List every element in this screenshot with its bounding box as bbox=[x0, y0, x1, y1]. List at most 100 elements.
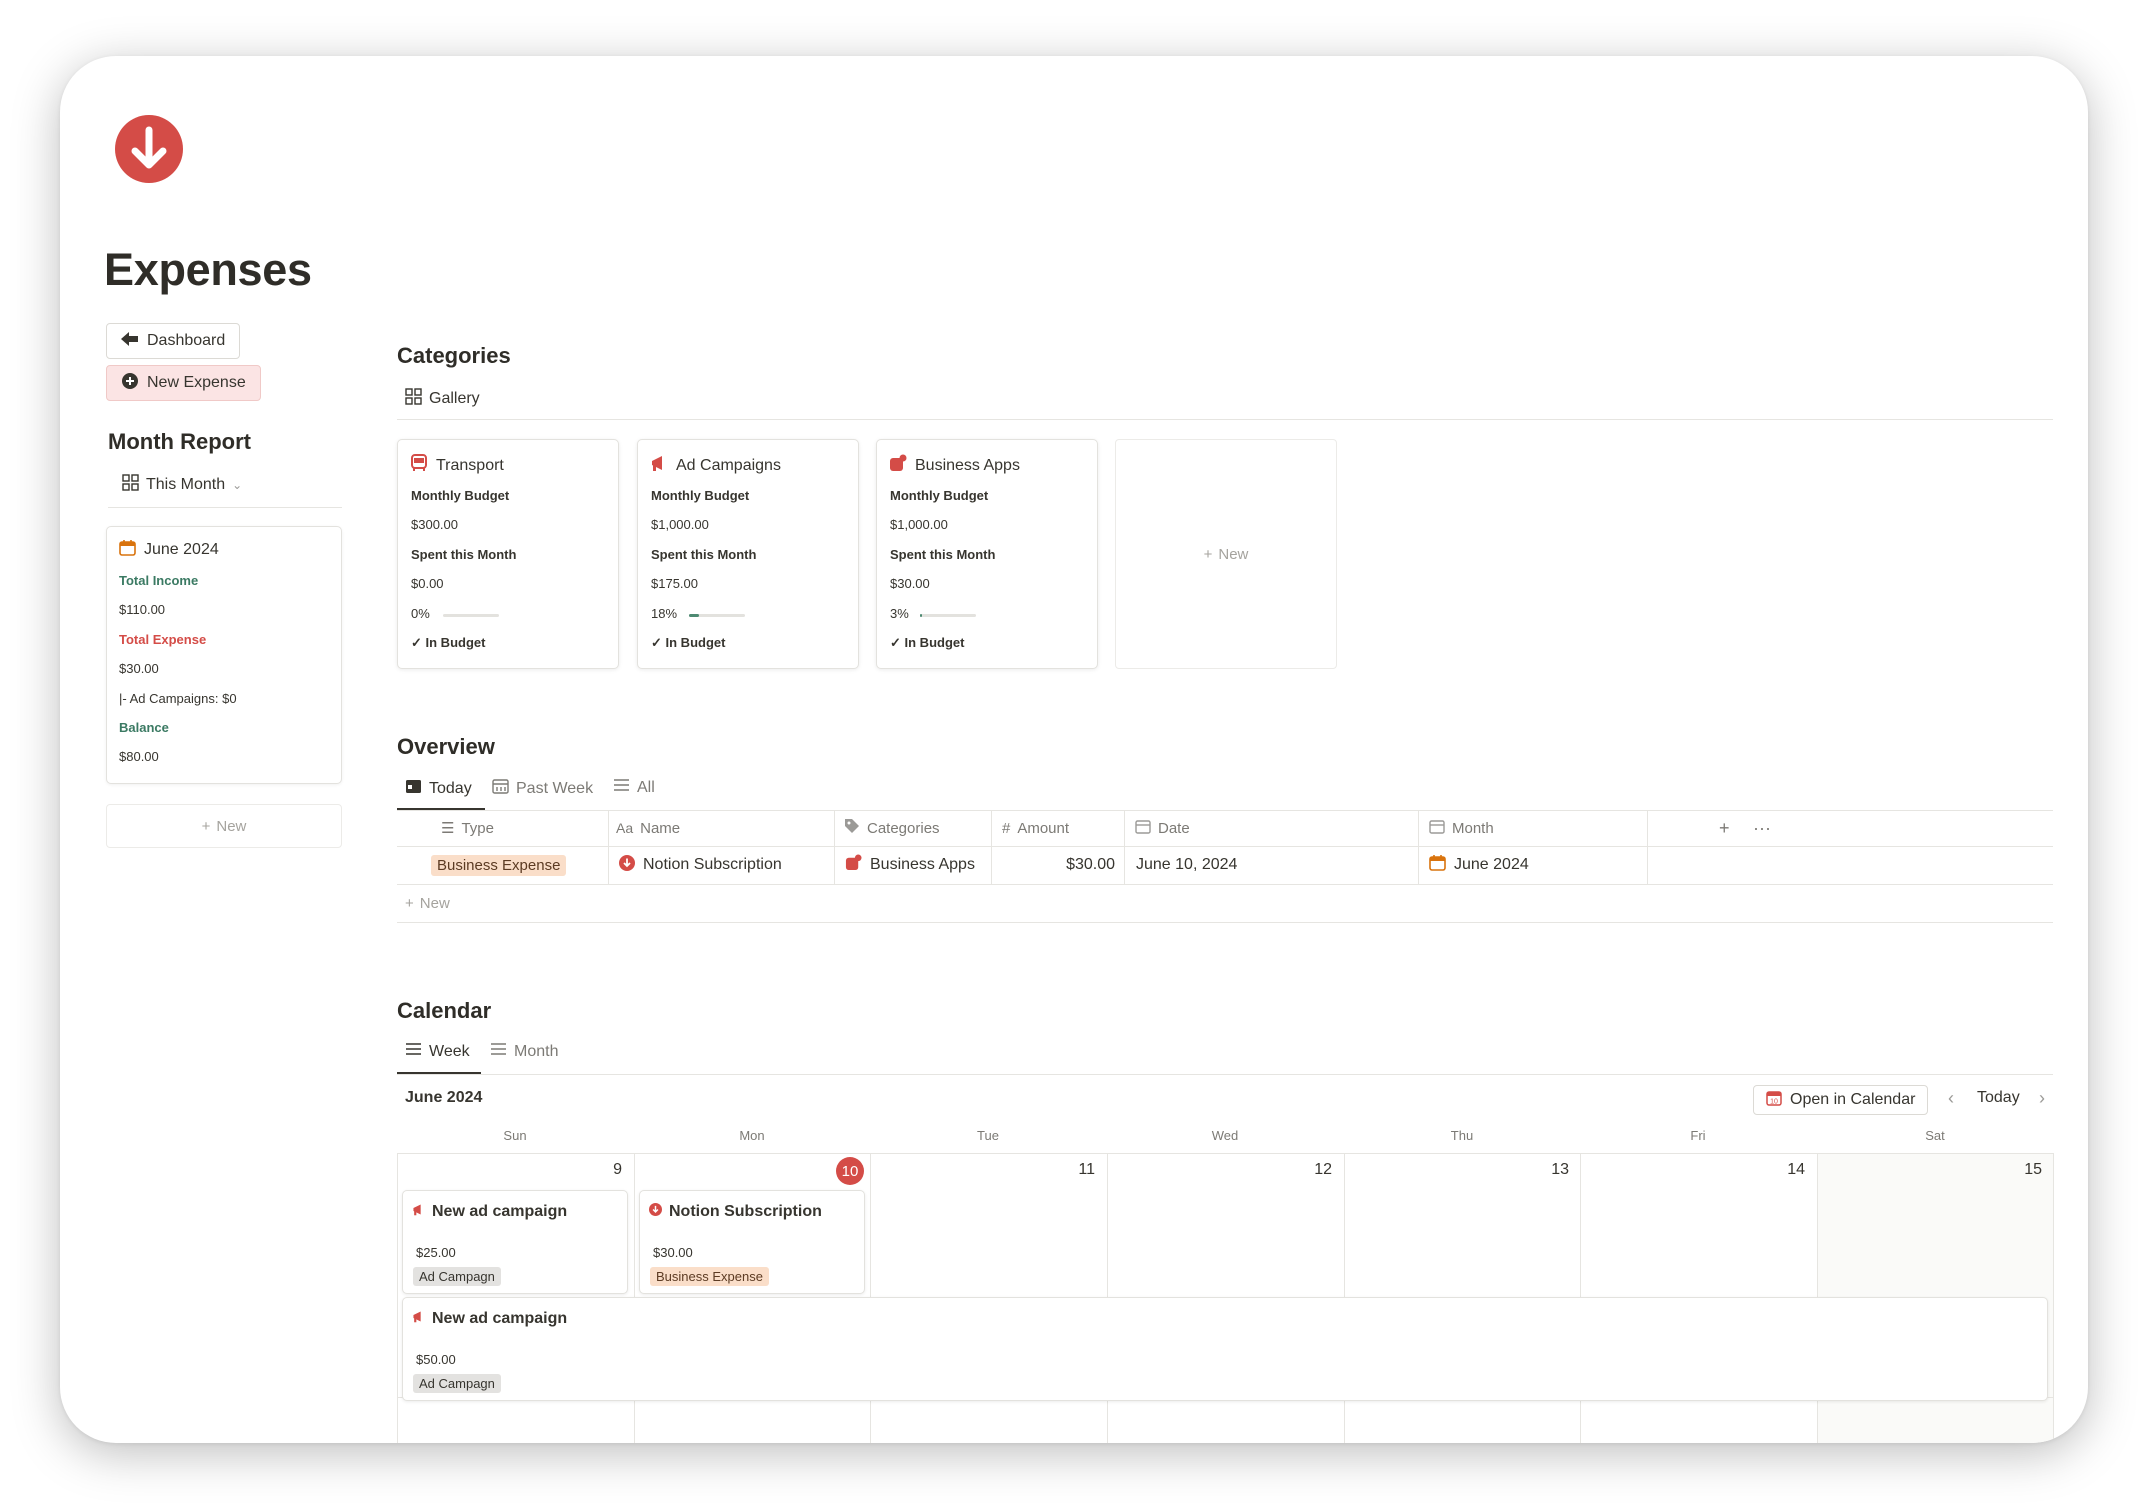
day-number[interactable]: 11 bbox=[1055, 1161, 1095, 1179]
status-text: In Budget bbox=[425, 635, 486, 650]
gallery-icon bbox=[405, 388, 422, 410]
column-divider bbox=[608, 810, 609, 884]
new-expense-label: New Expense bbox=[147, 374, 246, 391]
event-tag: Ad Campagn bbox=[413, 1374, 501, 1393]
category-name: Business Apps bbox=[915, 456, 1020, 474]
table-row-category[interactable]: Business Apps bbox=[845, 847, 975, 883]
progress-fill bbox=[689, 614, 700, 617]
chevron-left-icon[interactable]: ‹ bbox=[1948, 1088, 1954, 1109]
list-icon bbox=[490, 1042, 507, 1061]
tab-week[interactable]: Week bbox=[405, 1042, 470, 1061]
event-amount: $50.00 bbox=[416, 1352, 456, 1367]
calendar-event[interactable]: Notion Subscription $30.00 Business Expe… bbox=[639, 1190, 865, 1294]
event-title: Notion Subscription bbox=[669, 1203, 822, 1220]
day-number[interactable]: 14 bbox=[1765, 1161, 1805, 1179]
day-number[interactable]: 15 bbox=[2002, 1161, 2042, 1179]
chevron-right-icon[interactable]: › bbox=[2039, 1088, 2045, 1109]
progress-bar bbox=[689, 614, 745, 617]
column-label: Amount bbox=[1017, 819, 1070, 837]
arrow-down-circle-icon[interactable] bbox=[114, 114, 184, 184]
category-new-card[interactable]: + New bbox=[1115, 439, 1337, 669]
weekday-sun: Sun bbox=[503, 1128, 527, 1143]
view-this-month[interactable]: This Month ⌄ bbox=[122, 474, 242, 496]
plus-icon: + bbox=[1203, 545, 1213, 563]
category-card[interactable]: Ad Campaigns Monthly Budget $1,000.00 Sp… bbox=[637, 439, 859, 669]
calendar-icon bbox=[119, 539, 136, 561]
category-card[interactable]: Transport Monthly Budget $300.00 Spent t… bbox=[397, 439, 619, 669]
column-divider bbox=[1124, 810, 1125, 884]
arrow-left-icon bbox=[121, 331, 139, 351]
tab-today[interactable]: Today bbox=[405, 778, 472, 799]
row-date: June 10, 2024 bbox=[1136, 856, 1238, 873]
calendar-event[interactable]: New ad campaign $25.00 Ad Campagn bbox=[402, 1190, 628, 1294]
status-text: In Budget bbox=[665, 635, 726, 650]
tab-all[interactable]: All bbox=[613, 778, 655, 797]
today-button[interactable]: Today bbox=[1977, 1089, 2020, 1107]
budget-label: Monthly Budget bbox=[411, 488, 510, 503]
dashboard-button[interactable]: Dashboard bbox=[106, 323, 241, 359]
list-icon bbox=[613, 778, 630, 797]
row-amount: $30.00 bbox=[1066, 856, 1115, 873]
table-row-amount[interactable]: $30.00 bbox=[991, 847, 1115, 883]
tab-past-week[interactable]: Past Week bbox=[492, 778, 593, 799]
column-header-amount[interactable]: # Amount bbox=[1002, 810, 1069, 846]
column-divider bbox=[1418, 810, 1419, 884]
calendar-title: Calendar bbox=[397, 998, 492, 1023]
tab-label: Today bbox=[429, 779, 472, 797]
column-header-month[interactable]: Month bbox=[1429, 810, 1494, 846]
chevron-down-icon: ⌄ bbox=[232, 478, 243, 492]
day-number[interactable]: 13 bbox=[1529, 1161, 1569, 1179]
more-options-icon[interactable]: ··· bbox=[1753, 810, 1771, 846]
apps-icon bbox=[845, 854, 862, 876]
table-row-type[interactable]: Business Expense bbox=[431, 847, 567, 883]
table-new-row-button[interactable]: + New bbox=[405, 885, 450, 921]
table-row-date[interactable]: June 10, 2024 bbox=[1136, 847, 1237, 883]
divider bbox=[397, 1074, 2053, 1075]
event-amount: $25.00 bbox=[416, 1245, 456, 1260]
month-report-new-button[interactable]: + New bbox=[106, 804, 342, 848]
budget-value: $1,000.00 bbox=[890, 517, 948, 532]
table-row-name[interactable]: Notion Subscription bbox=[619, 847, 782, 883]
calendar-event[interactable]: New ad campaign $50.00 Ad Campagn bbox=[402, 1297, 2048, 1401]
day-number[interactable]: 12 bbox=[1292, 1161, 1332, 1179]
grid-line bbox=[2053, 1153, 2054, 1443]
categories-title: Categories bbox=[397, 343, 511, 368]
add-column-icon[interactable]: + bbox=[1719, 810, 1730, 846]
column-divider bbox=[834, 810, 835, 884]
percent-label: 18% bbox=[651, 606, 678, 621]
column-header-categories[interactable]: Categories bbox=[844, 810, 940, 846]
category-card[interactable]: Business Apps Monthly Budget $1,000.00 S… bbox=[876, 439, 1098, 669]
column-header-date[interactable]: Date bbox=[1135, 810, 1190, 846]
weekday-thu: Thu bbox=[1450, 1128, 1474, 1143]
column-header-name[interactable]: Aa Name bbox=[616, 810, 680, 846]
budget-label: Monthly Budget bbox=[890, 488, 989, 503]
tab-label: All bbox=[637, 778, 655, 796]
row-name: Notion Subscription bbox=[643, 856, 782, 873]
spent-label: Spent this Month bbox=[411, 547, 517, 562]
month-report-card[interactable]: June 2024 Total Income $110.00 Total Exp… bbox=[106, 526, 342, 784]
tab-month[interactable]: Month bbox=[490, 1042, 558, 1061]
arrow-down-circle-icon bbox=[619, 854, 635, 876]
divider bbox=[397, 922, 2053, 923]
day-number[interactable]: 9 bbox=[582, 1161, 622, 1179]
event-tag: Ad Campagn bbox=[413, 1267, 501, 1286]
column-label: Type bbox=[461, 819, 494, 837]
open-in-calendar-button[interactable]: 10 Open in Calendar bbox=[1753, 1085, 1929, 1115]
report-month: June 2024 bbox=[144, 541, 219, 558]
check-icon: ✓ bbox=[890, 635, 905, 650]
dashboard-label: Dashboard bbox=[147, 332, 226, 349]
new-label: New bbox=[419, 894, 450, 912]
new-expense-button[interactable]: New Expense bbox=[106, 365, 261, 401]
budget-value: $1,000.00 bbox=[651, 517, 709, 532]
budget-label: Monthly Budget bbox=[651, 488, 750, 503]
weekday-mon: Mon bbox=[739, 1128, 765, 1143]
text-icon: Aa bbox=[616, 820, 634, 836]
view-gallery[interactable]: Gallery bbox=[405, 388, 480, 410]
arrow-down-circle-icon bbox=[649, 1203, 662, 1221]
calendar-icon bbox=[492, 778, 509, 799]
divider bbox=[397, 1153, 2053, 1154]
day-number-today[interactable]: 10 bbox=[836, 1157, 864, 1185]
table-row-month[interactable]: June 2024 bbox=[1429, 847, 1529, 883]
column-header-type[interactable]: ☰ Type bbox=[441, 810, 494, 846]
type-tag: Business Expense bbox=[431, 854, 567, 876]
